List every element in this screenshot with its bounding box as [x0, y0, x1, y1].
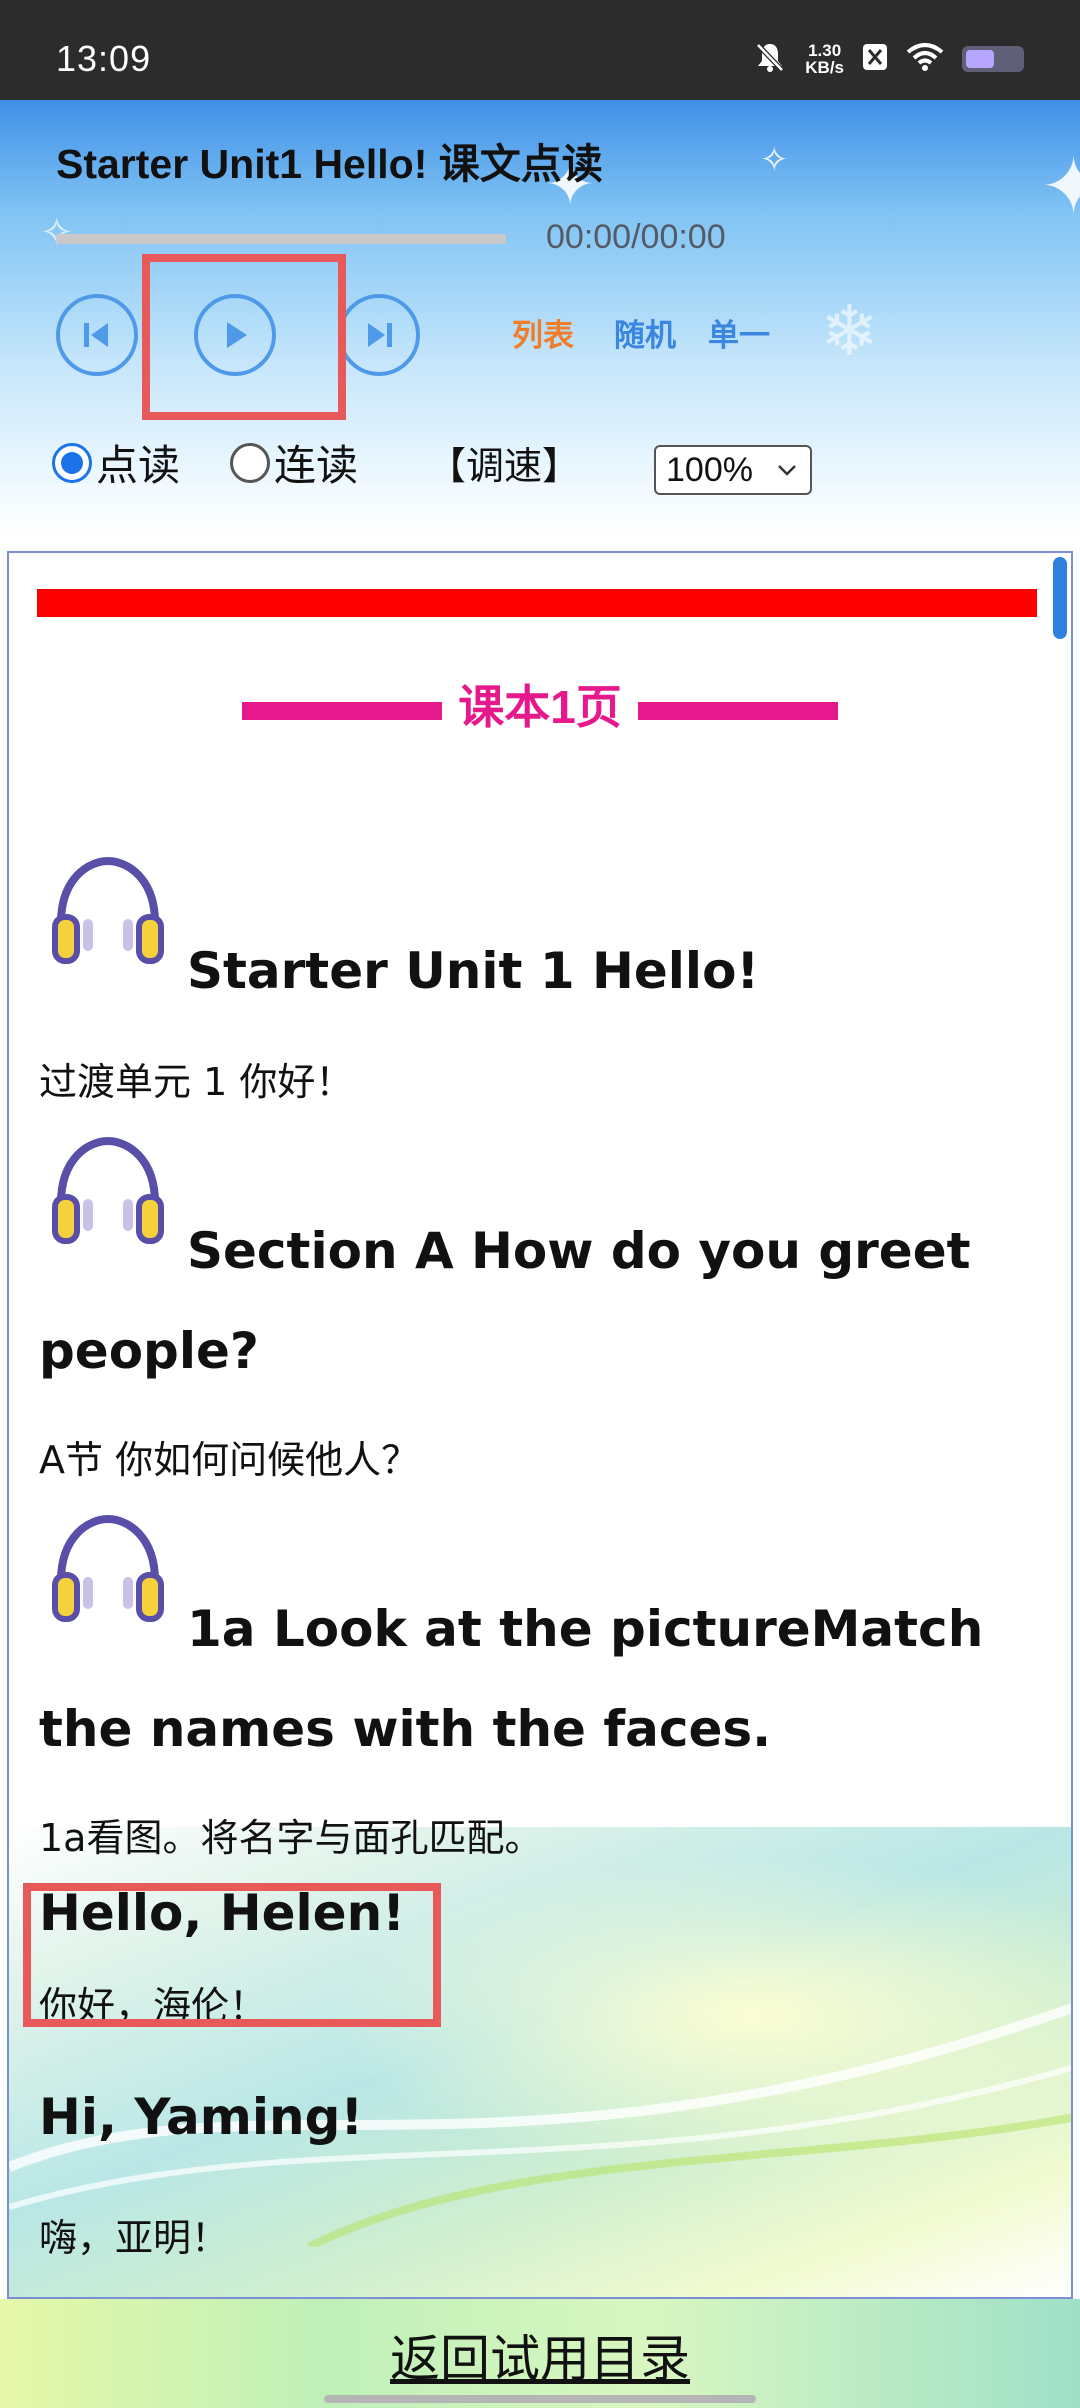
- page-heading-text: 课本1页: [458, 681, 622, 733]
- back-to-catalog-link[interactable]: 返回试用目录: [0, 2319, 1080, 2391]
- red-divider: [37, 589, 1037, 617]
- speed-value: 100%: [666, 451, 753, 489]
- text-line-cn[interactable]: 过渡单元 1 你好！: [39, 1051, 353, 1106]
- point-read-radio[interactable]: [52, 442, 92, 483]
- mode-random-link[interactable]: 随机: [614, 310, 676, 355]
- text-line-en[interactable]: 1a Look at the pictureMatch the names wi…: [39, 1579, 1019, 1779]
- net-speed-unit: KB/s: [805, 58, 844, 77]
- page-heading: 课本1页: [9, 671, 1071, 737]
- status-time: 13:09: [56, 38, 152, 79]
- continuous-read-label[interactable]: 连读: [274, 432, 358, 493]
- mode-list-link[interactable]: 列表: [512, 310, 574, 355]
- snowflake-decoration: ✦: [1040, 140, 1080, 233]
- time-readout: 00:00/00:00: [546, 218, 726, 256]
- progress-bar[interactable]: [56, 234, 506, 244]
- chevron-down-icon: [778, 465, 796, 476]
- text-line-en[interactable]: Starter Unit 1 Hello!: [39, 921, 1019, 1021]
- lesson-content[interactable]: 课本1页 Starter Unit 1 Hello! 过渡单元 1 你好！ Se…: [7, 551, 1073, 2299]
- scrollbar[interactable]: [1053, 557, 1067, 639]
- footer: 返回试用目录: [0, 2299, 1080, 2408]
- player-title: Starter Unit1 Hello! 课文点读: [56, 141, 603, 187]
- play-button-highlight: [142, 254, 346, 420]
- next-icon: [368, 323, 392, 347]
- mute-bell-icon: [753, 40, 787, 78]
- current-line-highlight: [23, 1883, 441, 2027]
- previous-button[interactable]: [56, 294, 138, 376]
- point-read-label[interactable]: 点读: [96, 432, 180, 493]
- battery-level: [966, 50, 994, 68]
- speed-select[interactable]: 100%: [654, 445, 812, 495]
- heading-dash-right: [637, 702, 838, 720]
- read-mode-group: 点读 连读 【调速】: [52, 432, 580, 493]
- speed-label: 【调速】: [428, 444, 581, 488]
- text-line-en[interactable]: Section A How do you greet people?: [39, 1201, 1019, 1401]
- text-line-cn[interactable]: 嗨，亚明！: [39, 2207, 229, 2262]
- continuous-read-radio[interactable]: [230, 442, 271, 483]
- text-line-cn[interactable]: A节 你如何问候他人？: [39, 1429, 419, 1484]
- heading-dash-left: [242, 702, 443, 720]
- mode-single-link[interactable]: 单一: [708, 310, 770, 355]
- audio-player: ✦ ✧ ✦ ❄ ✧ Starter Unit1 Hello! 课文点读 00:0…: [0, 100, 1080, 540]
- snowflake-decoration: ❄: [820, 290, 879, 372]
- battery-icon: [962, 46, 1024, 72]
- home-indicator[interactable]: [324, 2395, 756, 2403]
- prev-icon: [84, 323, 108, 347]
- net-speed: 1.30 KB/s: [805, 42, 844, 76]
- snowflake-decoration: ✧: [760, 140, 789, 180]
- next-button[interactable]: [338, 294, 420, 376]
- status-icons: 1.30 KB/s: [753, 40, 1024, 78]
- text-line-cn[interactable]: 1a看图。将名字与面孔匹配。: [39, 1807, 542, 1862]
- text-line-en[interactable]: Hi, Yaming!: [39, 2067, 1019, 2167]
- net-speed-value: 1.30: [808, 41, 842, 60]
- snowflake-decoration: ✧: [40, 210, 74, 256]
- wifi-icon: [906, 42, 944, 76]
- x-app-icon: [862, 42, 888, 76]
- status-bar: 13:09 1.30 KB/s: [0, 0, 1080, 100]
